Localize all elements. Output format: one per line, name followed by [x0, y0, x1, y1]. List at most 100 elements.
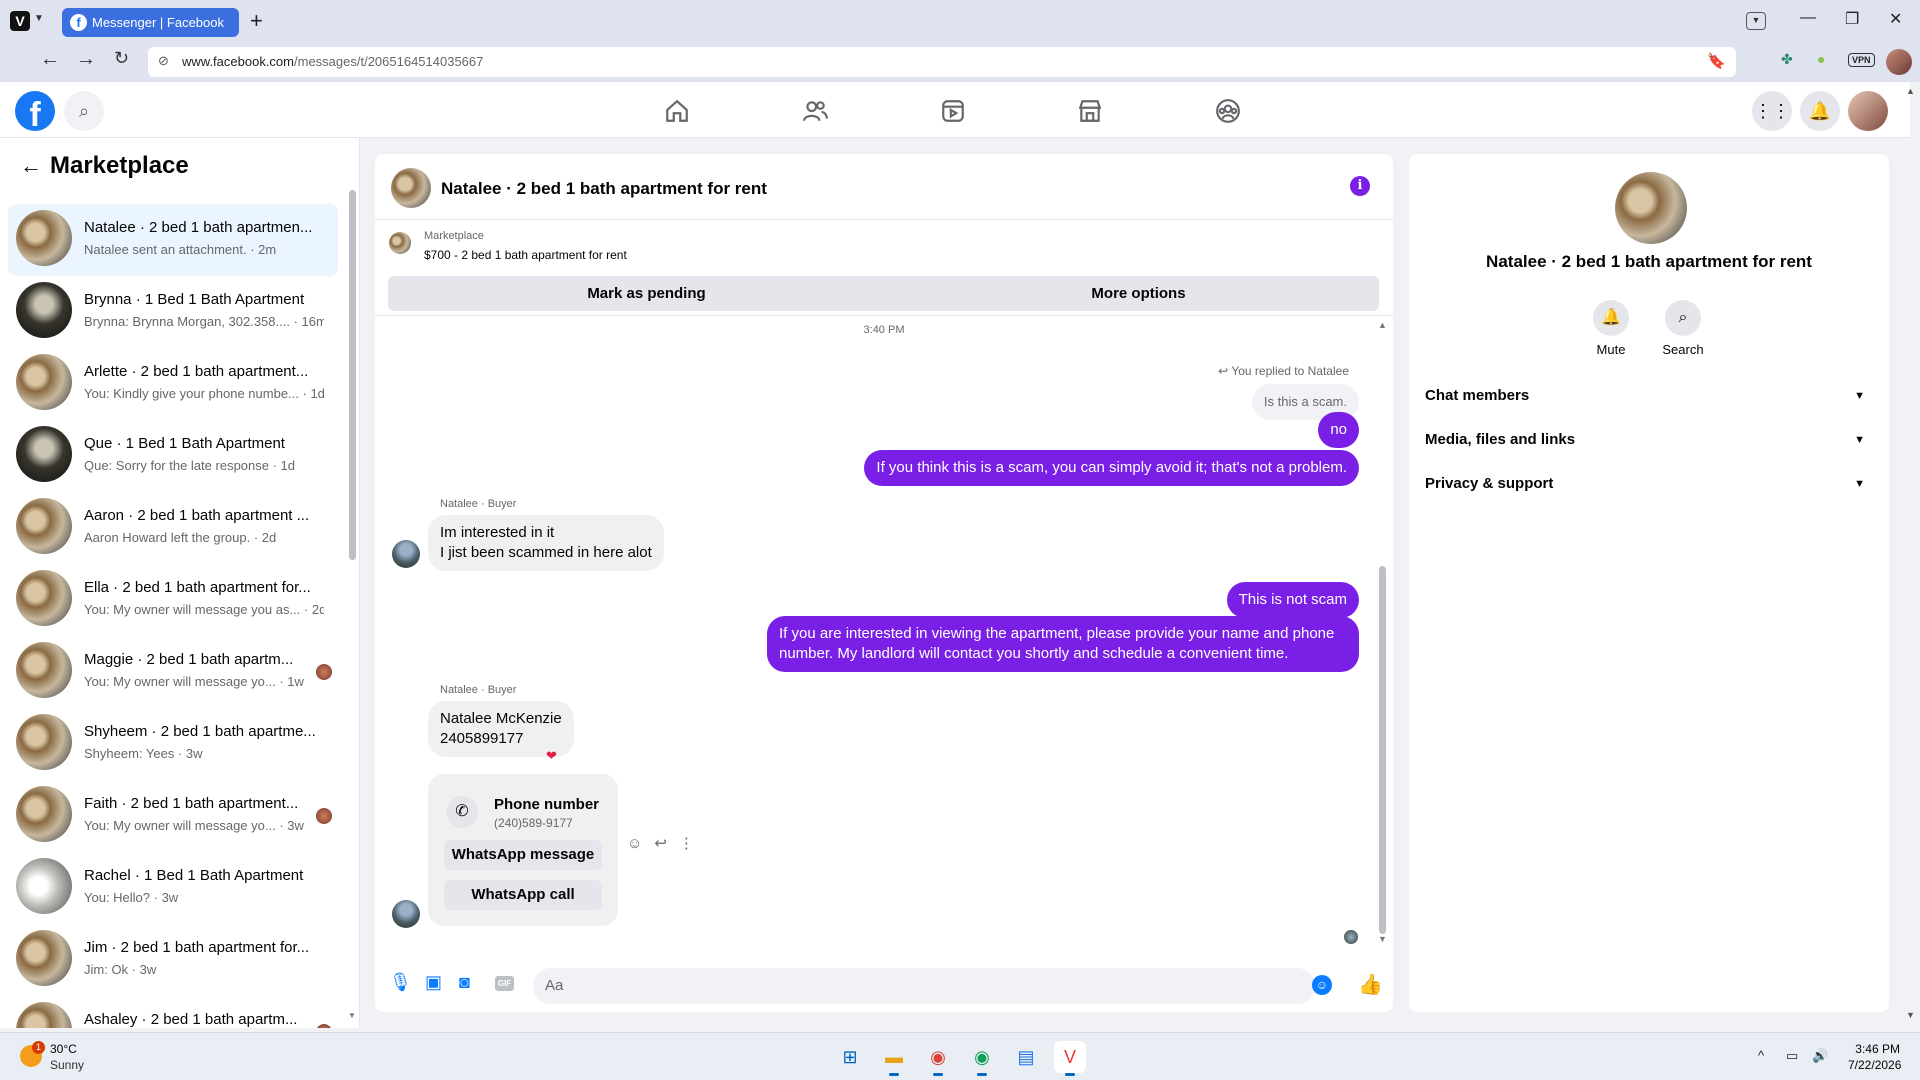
- conversation-item[interactable]: Shyheem · 2 bed 1 bath apartme... Shyheem…: [8, 708, 338, 780]
- weather-condition[interactable]: Sunny: [50, 1058, 84, 1072]
- photo-icon[interactable]: ▣: [425, 972, 442, 993]
- gif-icon[interactable]: GIF: [495, 976, 514, 991]
- info-icon[interactable]: i: [1350, 176, 1370, 196]
- restore-button[interactable]: ❐: [1845, 9, 1859, 29]
- scroll-down-arrow-icon[interactable]: ▼: [348, 1011, 356, 1020]
- menu-grid-icon[interactable]: ⋮⋮: [1752, 91, 1792, 131]
- facebook-logo[interactable]: f: [15, 91, 55, 131]
- running-indicator: [889, 1073, 899, 1076]
- heart-reaction-icon[interactable]: ❤: [546, 748, 557, 764]
- privacy-support-section[interactable]: Privacy & support ▼: [1425, 464, 1873, 504]
- conversation-item[interactable]: Faith · 2 bed 1 bath apartment... You: My…: [8, 780, 338, 852]
- conversation-item[interactable]: Rachel · 1 Bed 1 Bath Apartment You: Hell…: [8, 852, 338, 924]
- account-avatar[interactable]: [1848, 91, 1888, 131]
- seen-avatar: [316, 1024, 332, 1028]
- outgoing-message[interactable]: If you are interested in viewing the apa…: [767, 616, 1359, 672]
- microphone-icon[interactable]: 🎙: [389, 972, 412, 993]
- chevron-down-icon[interactable]: ▼: [34, 13, 44, 24]
- chat-title[interactable]: Natalee · 2 bed 1 bath apartment for ren…: [441, 179, 767, 199]
- search-icon[interactable]: ⌕: [64, 91, 104, 131]
- scroll-up-arrow-icon[interactable]: ▲: [1378, 320, 1387, 330]
- more-options-button[interactable]: More options: [898, 276, 1379, 311]
- thumbs-up-icon[interactable]: 👍: [1358, 972, 1383, 997]
- volume-icon[interactable]: 🔊: [1812, 1048, 1828, 1064]
- conversation-item[interactable]: Jim · 2 bed 1 bath apartment for... Jim: …: [8, 924, 338, 996]
- back-button[interactable]: ←: [40, 48, 60, 71]
- more-vertical-icon[interactable]: ⋮: [679, 835, 694, 852]
- whatsapp-call-button[interactable]: WhatsApp call: [444, 880, 602, 910]
- whatsapp-message-button[interactable]: WhatsApp message: [444, 840, 602, 870]
- conversation-item[interactable]: Natalee · 2 bed 1 bath apartmen... Natale…: [8, 204, 338, 276]
- sender-avatar[interactable]: [392, 540, 420, 568]
- vpn-button[interactable]: VPN: [1848, 53, 1875, 67]
- marketplace-icon[interactable]: [1073, 94, 1107, 128]
- listing-title[interactable]: $700 - 2 bed 1 bath apartment for rent: [424, 248, 627, 262]
- notifications-bell-icon[interactable]: 🔔: [1800, 91, 1840, 131]
- notepad-icon[interactable]: ▤: [1010, 1041, 1042, 1073]
- reply-icon[interactable]: ↩: [654, 835, 667, 852]
- conversation-item[interactable]: Ashaley · 2 bed 1 bath apartm...You: My …: [8, 996, 338, 1028]
- conversation-item[interactable]: Arlette · 2 bed 1 bath apartment... You: …: [8, 348, 338, 420]
- page-scroll-down-arrow-icon[interactable]: ▼: [1906, 1010, 1915, 1020]
- system-clock[interactable]: 3:46 PM 7/22/2026: [1848, 1041, 1901, 1073]
- vivaldi-logo-icon[interactable]: V: [10, 11, 30, 31]
- outgoing-message[interactable]: no: [1318, 412, 1359, 448]
- browser-tab-messenger[interactable]: f Messenger | Facebook: [62, 8, 239, 37]
- chat-members-section[interactable]: Chat members ▼: [1425, 376, 1873, 416]
- network-icon[interactable]: ▭: [1786, 1048, 1798, 1064]
- home-icon[interactable]: [660, 94, 694, 128]
- scroll-down-arrow-icon[interactable]: ▼: [1378, 934, 1387, 944]
- message-composer: 🎙 ▣ ◙ GIF Aa ☺ 👍: [375, 960, 1393, 1012]
- browser-profile-avatar[interactable]: [1886, 49, 1912, 75]
- bookmark-icon[interactable]: 🔖: [1707, 52, 1726, 70]
- status-dot-icon[interactable]: ●: [1817, 51, 1825, 67]
- mark-as-pending-button[interactable]: Mark as pending: [388, 276, 905, 311]
- message-input[interactable]: Aa: [533, 968, 1315, 1004]
- outgoing-message[interactable]: If you think this is a scam, you can sim…: [864, 450, 1359, 486]
- react-emoji-icon[interactable]: ☺: [627, 835, 642, 852]
- reply-arrow-icon: ↩: [1218, 364, 1232, 378]
- conversation-item[interactable]: Ella · 2 bed 1 bath apartment for... You:…: [8, 564, 338, 636]
- page-scroll-up-arrow-icon[interactable]: ▲: [1906, 86, 1915, 96]
- chrome-profile-icon[interactable]: ◉: [966, 1041, 998, 1076]
- forward-button[interactable]: →: [76, 48, 96, 71]
- vivaldi-taskbar-icon[interactable]: V: [1054, 1041, 1086, 1076]
- site-info-icon[interactable]: ⊘: [158, 53, 169, 69]
- conversation-item[interactable]: Maggie · 2 bed 1 bath apartm... You: My o…: [8, 636, 338, 708]
- seen-avatar: [316, 808, 332, 824]
- media-files-links-section[interactable]: Media, files and links ▼: [1425, 420, 1873, 460]
- extension-icon[interactable]: ✤: [1781, 51, 1793, 68]
- file-explorer-icon[interactable]: ▬: [878, 1041, 910, 1076]
- tab-list-button[interactable]: ▼: [1746, 12, 1766, 30]
- chrome-icon[interactable]: ◉: [922, 1041, 954, 1076]
- emoji-icon[interactable]: ☺: [1312, 975, 1332, 995]
- friends-icon[interactable]: [798, 94, 832, 128]
- weather-temperature[interactable]: 30°C: [50, 1042, 77, 1056]
- conversation-list-scrollbar[interactable]: [349, 190, 356, 560]
- tray-overflow-chevron-icon[interactable]: ^: [1758, 1048, 1764, 1063]
- minimize-button[interactable]: —: [1800, 9, 1816, 27]
- start-windows-icon[interactable]: ⊞: [834, 1041, 866, 1073]
- sticker-icon[interactable]: ◙: [459, 972, 470, 993]
- url-field[interactable]: ⊘ www.facebook.com/messages/t/2065164514…: [148, 47, 1736, 77]
- reload-button[interactable]: ↻: [114, 48, 129, 69]
- close-window-button[interactable]: ✕: [1889, 9, 1902, 29]
- conversation-thumbnail[interactable]: [1615, 172, 1687, 244]
- listing-thumbnail[interactable]: [389, 232, 411, 254]
- message-line: Im interested in it: [440, 524, 555, 541]
- conversation-item[interactable]: Que · 1 Bed 1 Bath Apartment Que: Sorry f…: [8, 420, 338, 492]
- chat-thumbnail[interactable]: [391, 168, 431, 208]
- conversation-item[interactable]: Aaron · 2 bed 1 bath apartment ... Aaron …: [8, 492, 338, 564]
- mute-button[interactable]: 🔔 Mute: [1581, 300, 1641, 357]
- outgoing-message[interactable]: This is not scam: [1226, 582, 1359, 618]
- incoming-message[interactable]: Im interested in it I jist been scammed …: [428, 515, 664, 571]
- back-arrow-icon[interactable]: ←: [20, 153, 50, 179]
- conversation-name: Ashaley · 2 bed 1 bath apartm...: [84, 1011, 298, 1028]
- groups-icon[interactable]: [1211, 94, 1245, 128]
- video-icon[interactable]: [936, 94, 970, 128]
- chat-scrollbar[interactable]: [1379, 566, 1386, 934]
- search-conversation-button[interactable]: ⌕ Search: [1653, 300, 1713, 357]
- conversation-item[interactable]: Brynna · 1 Bed 1 Bath Apartment Brynna: B…: [8, 276, 338, 348]
- new-tab-button[interactable]: +: [250, 8, 263, 34]
- sender-avatar[interactable]: [392, 900, 420, 928]
